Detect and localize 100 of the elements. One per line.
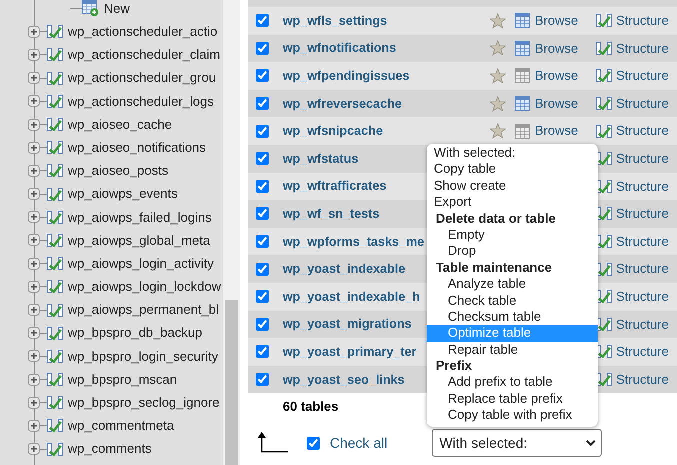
browse-link[interactable]: Browse: [535, 11, 578, 31]
favorite-star-icon[interactable]: [490, 12, 506, 29]
table-link[interactable]: wp_aiowps_failed_logins: [68, 208, 212, 228]
structure-link[interactable]: Structure: [616, 232, 669, 252]
row-checkbox[interactable]: [256, 42, 269, 55]
expand-icon[interactable]: [28, 48, 40, 61]
table-link[interactable]: wp_comments: [68, 439, 152, 459]
structure-link[interactable]: Structure: [616, 204, 669, 224]
structure-link[interactable]: Structure: [616, 66, 669, 86]
structure-link[interactable]: Structure: [616, 94, 669, 114]
expand-icon[interactable]: [28, 258, 40, 270]
table-name-link[interactable]: wp_wpforms_tasks_me: [283, 234, 424, 249]
favorite-star-icon[interactable]: [490, 96, 506, 112]
expand-icon[interactable]: [28, 188, 40, 200]
structure-link[interactable]: Structure: [616, 286, 669, 306]
table-link[interactable]: wp_actionscheduler_grou: [68, 68, 216, 88]
dropdown-option[interactable]: Replace table prefix: [427, 390, 598, 408]
table-link[interactable]: wp_aiowps_permanent_bl: [68, 300, 220, 320]
dropdown-option[interactable]: Add prefix to table: [427, 374, 598, 391]
favorite-star-icon[interactable]: [490, 40, 506, 56]
expand-icon[interactable]: [28, 211, 40, 224]
table-name-link[interactable]: wp_wftrafficrates: [283, 179, 387, 194]
dropdown-option[interactable]: With selected:: [427, 145, 598, 162]
browse-link[interactable]: Browse: [535, 121, 578, 141]
table-link[interactable]: wp_bpspro_db_backup: [68, 323, 202, 343]
dropdown-option[interactable]: Check table: [427, 292, 598, 309]
expand-icon[interactable]: [28, 327, 40, 340]
favorite-star-icon[interactable]: [490, 68, 506, 84]
table-name-link[interactable]: wp_yoast_indexable_h: [283, 290, 420, 304]
table-link[interactable]: wp_aiowps_login_lockdow: [68, 277, 222, 297]
scrollbar[interactable]: [223, 0, 240, 465]
table-name-link[interactable]: wp_wfsnipcache: [283, 124, 384, 138]
row-checkbox[interactable]: [256, 235, 269, 248]
table-name-link[interactable]: wp_yoast_migrations: [283, 317, 412, 332]
table-link[interactable]: wp_aiowps_events: [68, 184, 178, 204]
expand-icon[interactable]: [28, 118, 40, 131]
table-link[interactable]: wp_aioseo_posts: [68, 161, 168, 181]
expand-icon[interactable]: [28, 443, 40, 456]
expand-icon[interactable]: [28, 420, 40, 432]
table-link[interactable]: wp_actionscheduler_claim: [68, 45, 220, 65]
dropdown-option[interactable]: Copy table with prefix: [427, 407, 598, 424]
structure-link[interactable]: Structure: [616, 11, 669, 31]
table-name-link[interactable]: wp_wfstatus: [283, 152, 359, 166]
table-link[interactable]: wp_bpspro_seclog_ignore: [68, 393, 220, 413]
row-checkbox[interactable]: [256, 290, 269, 304]
dropdown-option[interactable]: Analyze table: [427, 276, 598, 293]
browse-link[interactable]: Browse: [535, 94, 578, 114]
expand-icon[interactable]: [28, 26, 40, 38]
row-checkbox[interactable]: [256, 97, 269, 110]
structure-link[interactable]: Structure: [616, 342, 669, 362]
table-link[interactable]: wp_actionscheduler_logs: [68, 92, 214, 112]
dropdown-option[interactable]: Repair table: [427, 342, 598, 358]
expand-icon[interactable]: [28, 280, 40, 293]
table-name-link[interactable]: wp_wfreversecache: [283, 96, 402, 111]
browse-link[interactable]: Browse: [535, 38, 578, 58]
table-name-link[interactable]: wp_wf_sn_tests: [283, 207, 380, 221]
row-checkbox[interactable]: [256, 373, 269, 386]
table-link[interactable]: wp_bpspro_login_security: [68, 346, 218, 366]
dropdown-option[interactable]: Show create: [427, 178, 598, 194]
table-link[interactable]: wp_actionscheduler_actio: [68, 22, 218, 42]
row-checkbox[interactable]: [256, 152, 269, 166]
table-name-link[interactable]: wp_yoast_indexable: [283, 262, 406, 276]
row-checkbox[interactable]: [256, 124, 269, 138]
table-link[interactable]: wp_aioseo_cache: [68, 114, 172, 134]
row-checkbox[interactable]: [256, 69, 269, 82]
row-checkbox[interactable]: [256, 14, 269, 28]
structure-link[interactable]: Structure: [616, 176, 669, 196]
structure-link[interactable]: Structure: [616, 38, 669, 58]
row-checkbox[interactable]: [256, 318, 269, 331]
expand-icon[interactable]: [28, 95, 40, 108]
favorite-star-icon[interactable]: [490, 123, 506, 140]
row-checkbox[interactable]: [256, 262, 269, 276]
check-all-checkbox[interactable]: [307, 436, 320, 450]
table-name-link[interactable]: wp_yoast_primary_ter: [283, 344, 417, 359]
check-all-label[interactable]: Check all: [330, 432, 388, 454]
table-link[interactable]: wp_aioseo_notifications: [68, 138, 206, 158]
structure-link[interactable]: Structure: [616, 314, 669, 334]
table-name-link[interactable]: wp_wfpendingissues: [283, 69, 410, 84]
table-name-link[interactable]: wp_wfnotifications: [283, 41, 396, 56]
row-checkbox[interactable]: [256, 207, 269, 220]
table-link[interactable]: wp_aiowps_login_activity: [68, 254, 214, 274]
browse-link[interactable]: Browse: [535, 66, 578, 86]
expand-icon[interactable]: [28, 164, 40, 177]
expand-icon[interactable]: [28, 234, 40, 246]
structure-link[interactable]: Structure: [616, 259, 669, 279]
expand-icon[interactable]: [28, 142, 40, 154]
expand-icon[interactable]: [28, 374, 40, 386]
with-selected-select[interactable]: With selected:: [432, 429, 602, 458]
table-name-link[interactable]: wp_wfls_settings: [283, 14, 388, 28]
structure-link[interactable]: Structure: [616, 149, 669, 169]
row-checkbox[interactable]: [256, 345, 269, 358]
dropdown-option[interactable]: Checksum table: [427, 308, 598, 326]
structure-link[interactable]: Structure: [616, 370, 669, 390]
table-link[interactable]: wp_commentmeta: [68, 416, 174, 436]
expand-icon[interactable]: [28, 304, 40, 316]
dropdown-option[interactable]: Empty: [427, 226, 598, 244]
expand-icon[interactable]: [28, 72, 40, 84]
dropdown-option[interactable]: Copy table: [427, 161, 598, 178]
table-link[interactable]: wp_bpspro_mscan: [68, 370, 178, 390]
row-checkbox[interactable]: [256, 180, 269, 193]
